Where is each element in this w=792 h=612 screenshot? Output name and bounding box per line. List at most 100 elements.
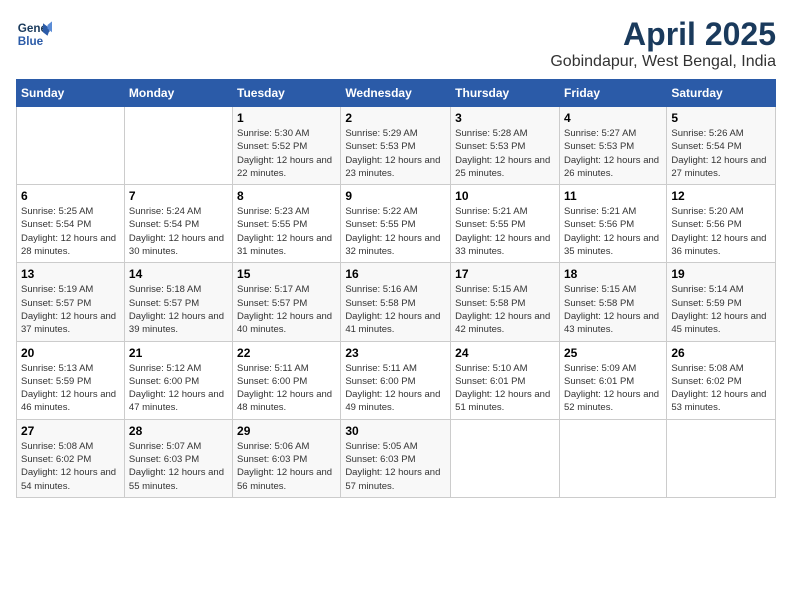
day-number: 17 xyxy=(455,267,555,281)
svg-text:Blue: Blue xyxy=(18,35,44,48)
calendar-cell: 24 Sunrise: 5:10 AM Sunset: 6:01 PM Dayli… xyxy=(451,341,560,419)
day-number: 15 xyxy=(237,267,336,281)
calendar-cell: 8 Sunrise: 5:23 AM Sunset: 5:55 PM Daylig… xyxy=(233,185,341,263)
weekday-header: Saturday xyxy=(667,80,776,107)
day-number: 14 xyxy=(129,267,228,281)
day-info: Sunrise: 5:14 AM Sunset: 5:59 PM Dayligh… xyxy=(671,283,771,336)
calendar-cell: 13 Sunrise: 5:19 AM Sunset: 5:57 PM Dayli… xyxy=(17,263,125,341)
day-info: Sunrise: 5:16 AM Sunset: 5:58 PM Dayligh… xyxy=(345,283,446,336)
calendar-cell: 17 Sunrise: 5:15 AM Sunset: 5:58 PM Dayli… xyxy=(451,263,560,341)
logo: General Blue xyxy=(16,16,52,52)
day-number: 18 xyxy=(564,267,662,281)
day-info: Sunrise: 5:22 AM Sunset: 5:55 PM Dayligh… xyxy=(345,205,446,258)
calendar-cell: 22 Sunrise: 5:11 AM Sunset: 6:00 PM Dayli… xyxy=(233,341,341,419)
subtitle: Gobindapur, West Bengal, India xyxy=(550,53,776,71)
calendar-cell xyxy=(124,107,232,185)
weekday-header: Thursday xyxy=(451,80,560,107)
calendar-cell: 30 Sunrise: 5:05 AM Sunset: 6:03 PM Dayli… xyxy=(341,419,451,497)
day-info: Sunrise: 5:29 AM Sunset: 5:53 PM Dayligh… xyxy=(345,127,446,180)
calendar-cell: 10 Sunrise: 5:21 AM Sunset: 5:55 PM Dayli… xyxy=(451,185,560,263)
day-info: Sunrise: 5:23 AM Sunset: 5:55 PM Dayligh… xyxy=(237,205,336,258)
calendar-table: SundayMondayTuesdayWednesdayThursdayFrid… xyxy=(16,79,776,498)
day-number: 16 xyxy=(345,267,446,281)
calendar-cell: 7 Sunrise: 5:24 AM Sunset: 5:54 PM Daylig… xyxy=(124,185,232,263)
calendar-week-row: 13 Sunrise: 5:19 AM Sunset: 5:57 PM Dayli… xyxy=(17,263,776,341)
day-number: 11 xyxy=(564,189,662,203)
weekday-header: Monday xyxy=(124,80,232,107)
calendar-cell: 20Sunrise: 5:13 AM Sunset: 5:59 PM Dayli… xyxy=(17,341,125,419)
calendar-cell: 21 Sunrise: 5:12 AM Sunset: 6:00 PM Dayli… xyxy=(124,341,232,419)
day-info: Sunrise: 5:15 AM Sunset: 5:58 PM Dayligh… xyxy=(564,283,662,336)
day-info: Sunrise: 5:25 AM Sunset: 5:54 PM Dayligh… xyxy=(21,205,120,258)
day-info: Sunrise: 5:24 AM Sunset: 5:54 PM Dayligh… xyxy=(129,205,228,258)
calendar-cell: 27 Sunrise: 5:08 AM Sunset: 6:02 PM Dayli… xyxy=(17,419,125,497)
weekday-header: Wednesday xyxy=(341,80,451,107)
weekday-header: Sunday xyxy=(17,80,125,107)
day-number: 30 xyxy=(345,424,446,438)
calendar-cell: 2 Sunrise: 5:29 AM Sunset: 5:53 PM Daylig… xyxy=(341,107,451,185)
calendar-cell: 18 Sunrise: 5:15 AM Sunset: 5:58 PM Dayli… xyxy=(559,263,666,341)
calendar-cell xyxy=(451,419,560,497)
calendar-cell xyxy=(667,419,776,497)
day-info: Sunrise: 5:08 AM Sunset: 6:02 PM Dayligh… xyxy=(21,440,120,493)
day-info: Sunrise: 5:19 AM Sunset: 5:57 PM Dayligh… xyxy=(21,283,120,336)
calendar-week-row: 1 Sunrise: 5:30 AM Sunset: 5:52 PM Daylig… xyxy=(17,107,776,185)
day-number: 12 xyxy=(671,189,771,203)
day-info: Sunrise: 5:12 AM Sunset: 6:00 PM Dayligh… xyxy=(129,362,228,415)
day-info: Sunrise: 5:15 AM Sunset: 5:58 PM Dayligh… xyxy=(455,283,555,336)
calendar-week-row: 6 Sunrise: 5:25 AM Sunset: 5:54 PM Daylig… xyxy=(17,185,776,263)
calendar-cell: 9 Sunrise: 5:22 AM Sunset: 5:55 PM Daylig… xyxy=(341,185,451,263)
calendar-week-row: 20Sunrise: 5:13 AM Sunset: 5:59 PM Dayli… xyxy=(17,341,776,419)
calendar-cell xyxy=(17,107,125,185)
day-info: Sunrise: 5:10 AM Sunset: 6:01 PM Dayligh… xyxy=(455,362,555,415)
day-info: Sunrise: 5:17 AM Sunset: 5:57 PM Dayligh… xyxy=(237,283,336,336)
main-title: April 2025 xyxy=(550,16,776,53)
day-number: 24 xyxy=(455,346,555,360)
day-number: 1 xyxy=(237,111,336,125)
calendar-cell: 6 Sunrise: 5:25 AM Sunset: 5:54 PM Daylig… xyxy=(17,185,125,263)
day-number: 2 xyxy=(345,111,446,125)
day-number: 26 xyxy=(671,346,771,360)
calendar-week-row: 27 Sunrise: 5:08 AM Sunset: 6:02 PM Dayli… xyxy=(17,419,776,497)
day-number: 22 xyxy=(237,346,336,360)
day-number: 27 xyxy=(21,424,120,438)
weekday-header-row: SundayMondayTuesdayWednesdayThursdayFrid… xyxy=(17,80,776,107)
calendar-cell: 5 Sunrise: 5:26 AM Sunset: 5:54 PM Daylig… xyxy=(667,107,776,185)
day-info: Sunrise: 5:07 AM Sunset: 6:03 PM Dayligh… xyxy=(129,440,228,493)
day-info: Sunrise: 5:05 AM Sunset: 6:03 PM Dayligh… xyxy=(345,440,446,493)
day-number: 10 xyxy=(455,189,555,203)
day-info: Sunrise: 5:28 AM Sunset: 5:53 PM Dayligh… xyxy=(455,127,555,180)
day-info: Sunrise: 5:30 AM Sunset: 5:52 PM Dayligh… xyxy=(237,127,336,180)
logo-icon: General Blue xyxy=(16,16,52,52)
day-number: 13 xyxy=(21,267,120,281)
calendar-cell: 16 Sunrise: 5:16 AM Sunset: 5:58 PM Dayli… xyxy=(341,263,451,341)
day-info: Sunrise: 5:11 AM Sunset: 6:00 PM Dayligh… xyxy=(237,362,336,415)
day-info: Sunrise: 5:26 AM Sunset: 5:54 PM Dayligh… xyxy=(671,127,771,180)
calendar-cell: 11 Sunrise: 5:21 AM Sunset: 5:56 PM Dayli… xyxy=(559,185,666,263)
day-info: Sunrise: 5:13 AM Sunset: 5:59 PM Dayligh… xyxy=(21,362,120,415)
header: General Blue April 2025 Gobindapur, West… xyxy=(16,16,776,71)
day-number: 28 xyxy=(129,424,228,438)
day-info: Sunrise: 5:11 AM Sunset: 6:00 PM Dayligh… xyxy=(345,362,446,415)
day-number: 9 xyxy=(345,189,446,203)
day-number: 3 xyxy=(455,111,555,125)
day-number: 7 xyxy=(129,189,228,203)
day-info: Sunrise: 5:21 AM Sunset: 5:56 PM Dayligh… xyxy=(564,205,662,258)
day-number: 25 xyxy=(564,346,662,360)
day-number: 5 xyxy=(671,111,771,125)
calendar-cell: 25 Sunrise: 5:09 AM Sunset: 6:01 PM Dayli… xyxy=(559,341,666,419)
day-info: Sunrise: 5:21 AM Sunset: 5:55 PM Dayligh… xyxy=(455,205,555,258)
calendar-cell: 26Sunrise: 5:08 AM Sunset: 6:02 PM Dayli… xyxy=(667,341,776,419)
calendar-cell: 4Sunrise: 5:27 AM Sunset: 5:53 PM Daylig… xyxy=(559,107,666,185)
day-info: Sunrise: 5:09 AM Sunset: 6:01 PM Dayligh… xyxy=(564,362,662,415)
day-number: 6 xyxy=(21,189,120,203)
day-number: 21 xyxy=(129,346,228,360)
day-number: 8 xyxy=(237,189,336,203)
day-info: Sunrise: 5:18 AM Sunset: 5:57 PM Dayligh… xyxy=(129,283,228,336)
day-info: Sunrise: 5:27 AM Sunset: 5:53 PM Dayligh… xyxy=(564,127,662,180)
day-info: Sunrise: 5:06 AM Sunset: 6:03 PM Dayligh… xyxy=(237,440,336,493)
calendar-cell: 3 Sunrise: 5:28 AM Sunset: 5:53 PM Daylig… xyxy=(451,107,560,185)
calendar-cell: 28 Sunrise: 5:07 AM Sunset: 6:03 PM Dayli… xyxy=(124,419,232,497)
calendar-cell: 15 Sunrise: 5:17 AM Sunset: 5:57 PM Dayli… xyxy=(233,263,341,341)
weekday-header: Friday xyxy=(559,80,666,107)
